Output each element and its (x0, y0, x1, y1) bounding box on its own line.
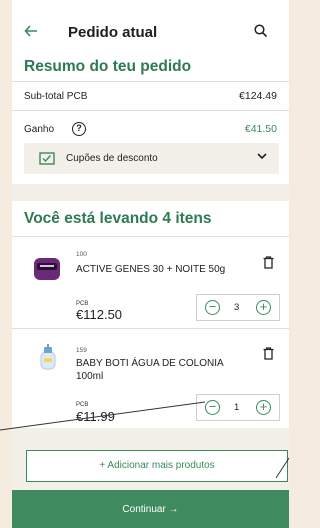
product-code: 100 (76, 251, 87, 258)
delete-item-button[interactable] (263, 347, 275, 361)
page-title: Pedido atual (68, 24, 158, 41)
add-more-products-button[interactable]: + Adicionar mais produtos (26, 450, 288, 482)
coupon-label: Cupões de desconto (66, 153, 158, 164)
summary-divider (12, 81, 289, 82)
product-name: ACTIVE GENES 30 + NOITE 50g (76, 264, 226, 275)
product-price: €11.99 (76, 409, 115, 424)
chevron-down-icon (257, 153, 267, 160)
add-more-label: + Adicionar mais produtos (99, 460, 215, 471)
decrease-quantity-button[interactable]: − (205, 300, 220, 315)
gain-label: Ganho (24, 124, 55, 135)
search-icon (254, 24, 268, 38)
product-code: 159 (76, 347, 87, 354)
product-price: €112.50 (76, 307, 123, 322)
subtotal-label: Sub-total PCB (24, 91, 88, 102)
price-label: PCB (76, 402, 89, 408)
increase-quantity-button[interactable]: + (256, 300, 271, 315)
decrease-quantity-button[interactable]: − (205, 400, 220, 415)
quantity-stepper: − 1 + (196, 394, 280, 421)
trash-icon (263, 256, 274, 269)
trash-icon (263, 347, 274, 360)
arrow-left-icon (24, 25, 37, 37)
ticket-icon (39, 152, 55, 165)
back-button[interactable] (24, 22, 44, 42)
summary-divider-2 (12, 110, 289, 111)
quantity-value: 3 (234, 302, 240, 313)
continue-label: Continuar → (122, 504, 179, 515)
subtotal-value: €124.49 (239, 90, 277, 102)
gain-value: €41.50 (244, 123, 277, 135)
quantity-stepper: − 3 + (196, 294, 280, 321)
product-image (33, 255, 61, 283)
delete-item-button[interactable] (263, 256, 275, 270)
continue-button[interactable]: Continuar → (12, 490, 289, 528)
product-image (33, 343, 61, 371)
items-title: Você está levando 4 itens (24, 210, 212, 227)
help-icon[interactable]: ? (72, 122, 86, 136)
coupon-dropdown[interactable]: Cupões de desconto (24, 143, 279, 174)
search-button[interactable] (254, 24, 270, 40)
increase-quantity-button[interactable]: + (256, 400, 271, 415)
summary-title: Resumo do teu pedido (24, 58, 192, 75)
product-name: BABY BOTI ÁGUA DE COLONIA 100ml (76, 358, 224, 382)
quantity-value: 1 (234, 402, 240, 413)
